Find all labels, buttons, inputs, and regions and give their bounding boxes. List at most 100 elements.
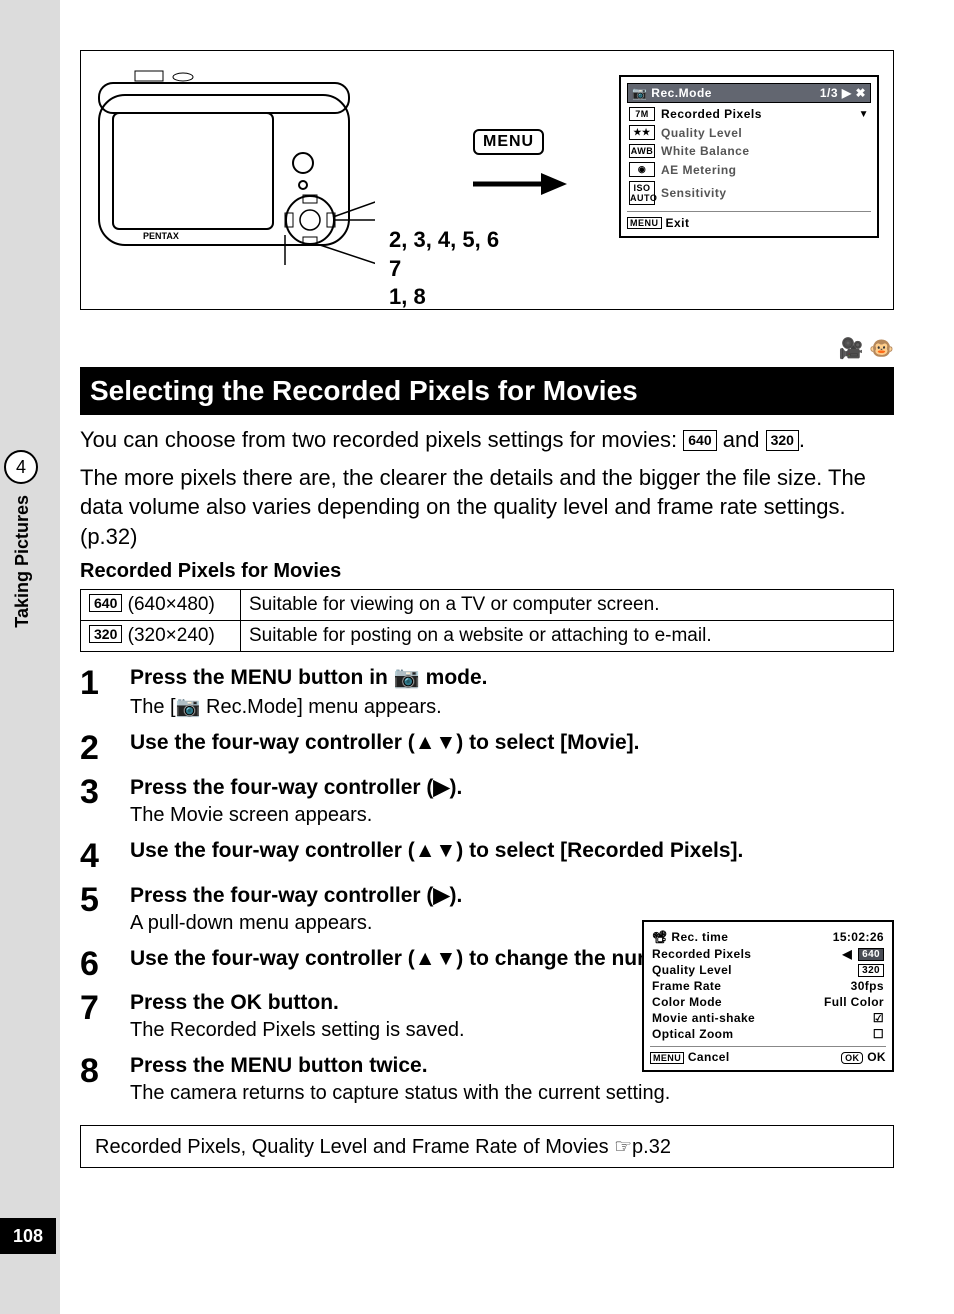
- menu-row-icon: ◉: [629, 162, 655, 177]
- menu-row-icon: ISO AUTO: [629, 181, 655, 205]
- menu-button-label: MENU: [473, 129, 544, 155]
- menu-header: 📷 Rec.Mode 1/3 ▶ ✖: [627, 83, 871, 103]
- menu-row: ISO AUTO Sensitivity: [627, 179, 871, 207]
- step-instruction: Use the four-way controller (▲▼) to sele…: [130, 731, 894, 755]
- step-refs-line1: 2, 3, 4, 5, 6: [389, 226, 499, 255]
- intro-text-1c: .: [799, 427, 805, 452]
- res-desc: Suitable for viewing on a TV or computer…: [241, 589, 894, 620]
- box-320: 320: [766, 430, 799, 451]
- arrow-right-icon: [471, 169, 571, 199]
- step: 2 Use the four-way controller (▲▼) to sel…: [80, 731, 894, 765]
- crossref-box: Recorded Pixels, Quality Level and Frame…: [80, 1125, 894, 1168]
- movie-cancel-label: Cancel: [688, 1050, 730, 1064]
- res-box: 320: [89, 625, 122, 643]
- chevron-down-icon: ▼: [859, 109, 869, 120]
- table-row: 320 (320×240) Suitable for posting on a w…: [81, 620, 894, 651]
- step-refs-line2: 7: [389, 255, 499, 284]
- step-subtext: The camera returns to capture status wit…: [130, 1082, 894, 1105]
- movie-ok-label: OK: [867, 1050, 886, 1064]
- movie-row-val: 30fps: [851, 979, 884, 993]
- section-title: Selecting the Recorded Pixels for Movies: [80, 367, 894, 415]
- camera-icon: 📷 Rec.Mode: [632, 86, 712, 100]
- left-sidebar-strip: 4 Taking Pictures 108: [0, 0, 60, 1314]
- intro-text-1b: and: [717, 427, 766, 452]
- intro-paragraph-2: The more pixels there are, the clearer t…: [80, 463, 894, 552]
- menu-footer: MENU Exit: [627, 211, 871, 230]
- step-number: 1: [80, 666, 106, 721]
- step: 3 Press the four-way controller (▶). The M…: [80, 775, 894, 829]
- movie-row: Color Mode Full Color: [650, 994, 886, 1010]
- step-subtext: The Movie screen appears.: [130, 804, 894, 827]
- step: 4 Use the four-way controller (▲▼) to sel…: [80, 839, 894, 873]
- mode-icons-row: 🎥 🐵: [80, 330, 894, 367]
- movie-row-label: Optical Zoom: [652, 1027, 867, 1041]
- step: 1 Press the MENU button in 📷 mode. The [📷 …: [80, 666, 894, 721]
- movie-row-val: ☐: [873, 1027, 884, 1041]
- movie-row-val: 640: [858, 948, 884, 961]
- movie-screen-hdr-right: 15:02:26: [833, 930, 884, 944]
- movie-row: Recorded Pixels◀640: [650, 946, 886, 962]
- movie-mode-icon: 🎥: [839, 338, 864, 360]
- menu-row: 7M Recorded Pixels ▼: [627, 105, 871, 123]
- svg-text:PENTAX: PENTAX: [143, 231, 179, 241]
- recorded-pixels-table: 640 (640×480) Suitable for viewing on a T…: [80, 589, 894, 652]
- movie-row-label: Quality Level: [652, 963, 852, 977]
- movie-row: Movie anti-shake ☑: [650, 1010, 886, 1026]
- menu-row-icon: ★★: [629, 125, 655, 140]
- menu-row-label: White Balance: [661, 144, 750, 158]
- movie-row-val: ☑: [873, 1011, 884, 1025]
- rec-mode-menu-screen: 📷 Rec.Mode 1/3 ▶ ✖ 7M Recorded Pixels ▼ ★★ Q…: [619, 75, 879, 238]
- menu-row-label: Sensitivity: [661, 186, 727, 200]
- step-refs-line3: 1, 8: [389, 283, 499, 312]
- movie-row: Optical Zoom ☐: [650, 1026, 886, 1042]
- menu-row-label: Recorded Pixels: [661, 107, 762, 121]
- step-number: 4: [80, 839, 106, 873]
- menu-row: AWB White Balance: [627, 142, 871, 160]
- movie-row-label: Movie anti-shake: [652, 1011, 867, 1025]
- step-number: 2: [80, 731, 106, 765]
- table-row: 640 (640×480) Suitable for viewing on a T…: [81, 589, 894, 620]
- intro-paragraph-1: You can choose from two recorded pixels …: [80, 425, 894, 455]
- menu-btn-icon: MENU: [627, 217, 662, 229]
- step-reference-labels: 2, 3, 4, 5, 6 7 1, 8: [389, 226, 499, 312]
- step-subtext: The [📷 Rec.Mode] menu appears.: [130, 694, 894, 719]
- menu-btn-icon: MENU: [650, 1052, 684, 1064]
- step-number: 8: [80, 1054, 106, 1107]
- movie-row: Quality Level 320: [650, 962, 886, 978]
- menu-row: ◉ AE Metering: [627, 160, 871, 179]
- ok-btn-icon: OK: [841, 1052, 863, 1064]
- res-box: 640: [89, 594, 122, 612]
- menu-row: ★★ Quality Level: [627, 123, 871, 142]
- step-instruction: Press the MENU button in 📷 mode.: [130, 666, 894, 690]
- chapter-number-badge: 4: [4, 450, 38, 484]
- movie-settings-screen: 📽 Rec. time 15:02:26 Recorded Pixels◀640…: [642, 920, 894, 1072]
- movie-row-label: Recorded Pixels: [652, 947, 836, 961]
- res-desc: Suitable for posting on a website or att…: [241, 620, 894, 651]
- instruction-figure: PENTAX MENU 2, 3, 4, 5, 6 7 1, 8: [80, 50, 894, 310]
- step-instruction: Press the four-way controller (▶).: [130, 883, 894, 908]
- step-instruction: Use the four-way controller (▲▼) to sele…: [130, 839, 894, 863]
- step-number: 7: [80, 991, 106, 1044]
- step-instruction: Press the four-way controller (▶).: [130, 775, 894, 800]
- voice-mode-icon: 🐵: [869, 338, 894, 360]
- step-number: 5: [80, 883, 106, 937]
- movie-row-label: Frame Rate: [652, 979, 845, 993]
- box-640: 640: [683, 430, 716, 451]
- step-number: 3: [80, 775, 106, 829]
- movie-row-val: 320: [858, 964, 884, 977]
- camera-illustration: PENTAX: [95, 65, 375, 265]
- movie-row-label: Color Mode: [652, 995, 818, 1009]
- table-heading: Recorded Pixels for Movies: [80, 560, 894, 583]
- res-label: (640×480): [128, 594, 215, 615]
- menu-header-title: Rec.Mode: [651, 86, 712, 100]
- res-label: (320×240): [128, 625, 215, 646]
- menu-row-icon: AWB: [629, 144, 655, 158]
- menu-page-indicator: 1/3: [820, 86, 838, 100]
- movie-row-val: Full Color: [824, 995, 884, 1009]
- movie-row: Frame Rate 30fps: [650, 978, 886, 994]
- menu-row-label: AE Metering: [661, 163, 737, 177]
- menu-row-icon: 7M: [629, 107, 655, 121]
- menu-row-label: Quality Level: [661, 126, 742, 140]
- side-section-label: Taking Pictures: [12, 495, 33, 628]
- step-number: 6: [80, 947, 106, 981]
